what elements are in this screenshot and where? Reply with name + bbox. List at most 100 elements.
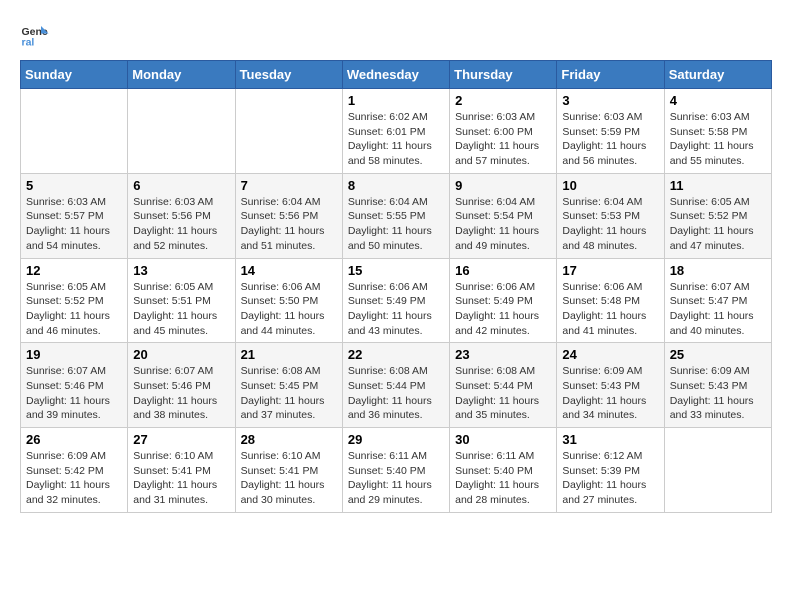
day-info: Sunrise: 6:03 AM Sunset: 5:57 PM Dayligh… — [26, 195, 122, 254]
calendar-cell — [664, 428, 771, 513]
day-info: Sunrise: 6:04 AM Sunset: 5:55 PM Dayligh… — [348, 195, 444, 254]
day-info: Sunrise: 6:06 AM Sunset: 5:49 PM Dayligh… — [348, 280, 444, 339]
day-number: 10 — [562, 178, 658, 193]
calendar-cell: 31Sunrise: 6:12 AM Sunset: 5:39 PM Dayli… — [557, 428, 664, 513]
calendar-week-row: 1 Sunrise: 6:02 AM Sunset: 6:01 PM Daylig… — [21, 89, 772, 174]
day-info: Sunrise: 6:08 AM Sunset: 5:44 PM Dayligh… — [455, 364, 551, 423]
calendar-cell: 4 Sunrise: 6:03 AM Sunset: 5:58 PM Daylig… — [664, 89, 771, 174]
day-info: Sunrise: 6:10 AM Sunset: 5:41 PM Dayligh… — [241, 449, 337, 508]
day-info: Sunrise: 6:06 AM Sunset: 5:49 PM Dayligh… — [455, 280, 551, 339]
calendar-cell: 12 Sunrise: 6:05 AM Sunset: 5:52 PM Dayli… — [21, 258, 128, 343]
day-info: Sunrise: 6:05 AM Sunset: 5:52 PM Dayligh… — [670, 195, 766, 254]
calendar-cell: 5 Sunrise: 6:03 AM Sunset: 5:57 PM Daylig… — [21, 173, 128, 258]
logo-icon: Gene ral — [20, 20, 50, 50]
calendar-table: SundayMondayTuesdayWednesdayThursdayFrid… — [20, 60, 772, 513]
day-info: Sunrise: 6:10 AM Sunset: 5:41 PM Dayligh… — [133, 449, 229, 508]
day-info: Sunrise: 6:09 AM Sunset: 5:43 PM Dayligh… — [562, 364, 658, 423]
day-number: 31 — [562, 432, 658, 447]
day-info: Sunrise: 6:03 AM Sunset: 5:56 PM Dayligh… — [133, 195, 229, 254]
weekday-header-friday: Friday — [557, 61, 664, 89]
day-info: Sunrise: 6:11 AM Sunset: 5:40 PM Dayligh… — [348, 449, 444, 508]
day-number: 23 — [455, 347, 551, 362]
calendar-cell: 1 Sunrise: 6:02 AM Sunset: 6:01 PM Daylig… — [342, 89, 449, 174]
day-info: Sunrise: 6:06 AM Sunset: 5:50 PM Dayligh… — [241, 280, 337, 339]
calendar-cell — [21, 89, 128, 174]
day-number: 16 — [455, 263, 551, 278]
calendar-cell: 23 Sunrise: 6:08 AM Sunset: 5:44 PM Dayli… — [450, 343, 557, 428]
calendar-cell: 21 Sunrise: 6:08 AM Sunset: 5:45 PM Dayli… — [235, 343, 342, 428]
day-number: 7 — [241, 178, 337, 193]
day-number: 2 — [455, 93, 551, 108]
calendar-cell: 26 Sunrise: 6:09 AM Sunset: 5:42 PM Dayli… — [21, 428, 128, 513]
day-info: Sunrise: 6:04 AM Sunset: 5:54 PM Dayligh… — [455, 195, 551, 254]
day-number: 28 — [241, 432, 337, 447]
day-info: Sunrise: 6:02 AM Sunset: 6:01 PM Dayligh… — [348, 110, 444, 169]
day-info: Sunrise: 6:03 AM Sunset: 5:58 PM Dayligh… — [670, 110, 766, 169]
calendar-cell: 16 Sunrise: 6:06 AM Sunset: 5:49 PM Dayli… — [450, 258, 557, 343]
calendar-cell: 8 Sunrise: 6:04 AM Sunset: 5:55 PM Daylig… — [342, 173, 449, 258]
weekday-header-saturday: Saturday — [664, 61, 771, 89]
calendar-cell — [128, 89, 235, 174]
calendar-cell: 13Sunrise: 6:05 AM Sunset: 5:51 PM Dayli… — [128, 258, 235, 343]
day-info: Sunrise: 6:07 AM Sunset: 5:46 PM Dayligh… — [26, 364, 122, 423]
calendar-header-row: SundayMondayTuesdayWednesdayThursdayFrid… — [21, 61, 772, 89]
calendar-cell: 29 Sunrise: 6:11 AM Sunset: 5:40 PM Dayli… — [342, 428, 449, 513]
calendar-week-row: 19 Sunrise: 6:07 AM Sunset: 5:46 PM Dayli… — [21, 343, 772, 428]
calendar-cell: 7Sunrise: 6:04 AM Sunset: 5:56 PM Daylig… — [235, 173, 342, 258]
day-number: 6 — [133, 178, 229, 193]
calendar-cell: 19 Sunrise: 6:07 AM Sunset: 5:46 PM Dayli… — [21, 343, 128, 428]
calendar-cell: 15Sunrise: 6:06 AM Sunset: 5:49 PM Dayli… — [342, 258, 449, 343]
day-number: 11 — [670, 178, 766, 193]
calendar-cell: 3 Sunrise: 6:03 AM Sunset: 5:59 PM Daylig… — [557, 89, 664, 174]
day-info: Sunrise: 6:06 AM Sunset: 5:48 PM Dayligh… — [562, 280, 658, 339]
day-number: 4 — [670, 93, 766, 108]
day-info: Sunrise: 6:08 AM Sunset: 5:44 PM Dayligh… — [348, 364, 444, 423]
calendar-week-row: 12 Sunrise: 6:05 AM Sunset: 5:52 PM Dayli… — [21, 258, 772, 343]
weekday-header-tuesday: Tuesday — [235, 61, 342, 89]
day-number: 3 — [562, 93, 658, 108]
calendar-cell: 17 Sunrise: 6:06 AM Sunset: 5:48 PM Dayli… — [557, 258, 664, 343]
weekday-header-sunday: Sunday — [21, 61, 128, 89]
day-info: Sunrise: 6:04 AM Sunset: 5:53 PM Dayligh… — [562, 195, 658, 254]
day-number: 29 — [348, 432, 444, 447]
day-number: 21 — [241, 347, 337, 362]
calendar-cell: 25 Sunrise: 6:09 AM Sunset: 5:43 PM Dayli… — [664, 343, 771, 428]
day-info: Sunrise: 6:03 AM Sunset: 6:00 PM Dayligh… — [455, 110, 551, 169]
day-number: 17 — [562, 263, 658, 278]
logo: Gene ral — [20, 20, 54, 50]
day-number: 9 — [455, 178, 551, 193]
day-info: Sunrise: 6:05 AM Sunset: 5:51 PM Dayligh… — [133, 280, 229, 339]
day-number: 12 — [26, 263, 122, 278]
calendar-cell: 18Sunrise: 6:07 AM Sunset: 5:47 PM Dayli… — [664, 258, 771, 343]
calendar-cell: 24Sunrise: 6:09 AM Sunset: 5:43 PM Dayli… — [557, 343, 664, 428]
calendar-cell — [235, 89, 342, 174]
day-number: 26 — [26, 432, 122, 447]
day-info: Sunrise: 6:09 AM Sunset: 5:43 PM Dayligh… — [670, 364, 766, 423]
day-number: 25 — [670, 347, 766, 362]
day-number: 19 — [26, 347, 122, 362]
day-info: Sunrise: 6:09 AM Sunset: 5:42 PM Dayligh… — [26, 449, 122, 508]
weekday-header-thursday: Thursday — [450, 61, 557, 89]
calendar-cell: 27 Sunrise: 6:10 AM Sunset: 5:41 PM Dayli… — [128, 428, 235, 513]
day-info: Sunrise: 6:08 AM Sunset: 5:45 PM Dayligh… — [241, 364, 337, 423]
calendar-cell: 14 Sunrise: 6:06 AM Sunset: 5:50 PM Dayli… — [235, 258, 342, 343]
page-header: Gene ral — [20, 20, 772, 50]
calendar-cell: 10 Sunrise: 6:04 AM Sunset: 5:53 PM Dayli… — [557, 173, 664, 258]
day-number: 1 — [348, 93, 444, 108]
calendar-cell: 6 Sunrise: 6:03 AM Sunset: 5:56 PM Daylig… — [128, 173, 235, 258]
day-number: 22 — [348, 347, 444, 362]
calendar-cell: 9 Sunrise: 6:04 AM Sunset: 5:54 PM Daylig… — [450, 173, 557, 258]
day-info: Sunrise: 6:07 AM Sunset: 5:46 PM Dayligh… — [133, 364, 229, 423]
day-number: 5 — [26, 178, 122, 193]
day-info: Sunrise: 6:05 AM Sunset: 5:52 PM Dayligh… — [26, 280, 122, 339]
day-number: 30 — [455, 432, 551, 447]
calendar-cell: 30Sunrise: 6:11 AM Sunset: 5:40 PM Dayli… — [450, 428, 557, 513]
calendar-cell: 11 Sunrise: 6:05 AM Sunset: 5:52 PM Dayli… — [664, 173, 771, 258]
weekday-header-monday: Monday — [128, 61, 235, 89]
day-number: 14 — [241, 263, 337, 278]
day-number: 18 — [670, 263, 766, 278]
day-number: 8 — [348, 178, 444, 193]
day-number: 27 — [133, 432, 229, 447]
day-info: Sunrise: 6:03 AM Sunset: 5:59 PM Dayligh… — [562, 110, 658, 169]
weekday-header-wednesday: Wednesday — [342, 61, 449, 89]
